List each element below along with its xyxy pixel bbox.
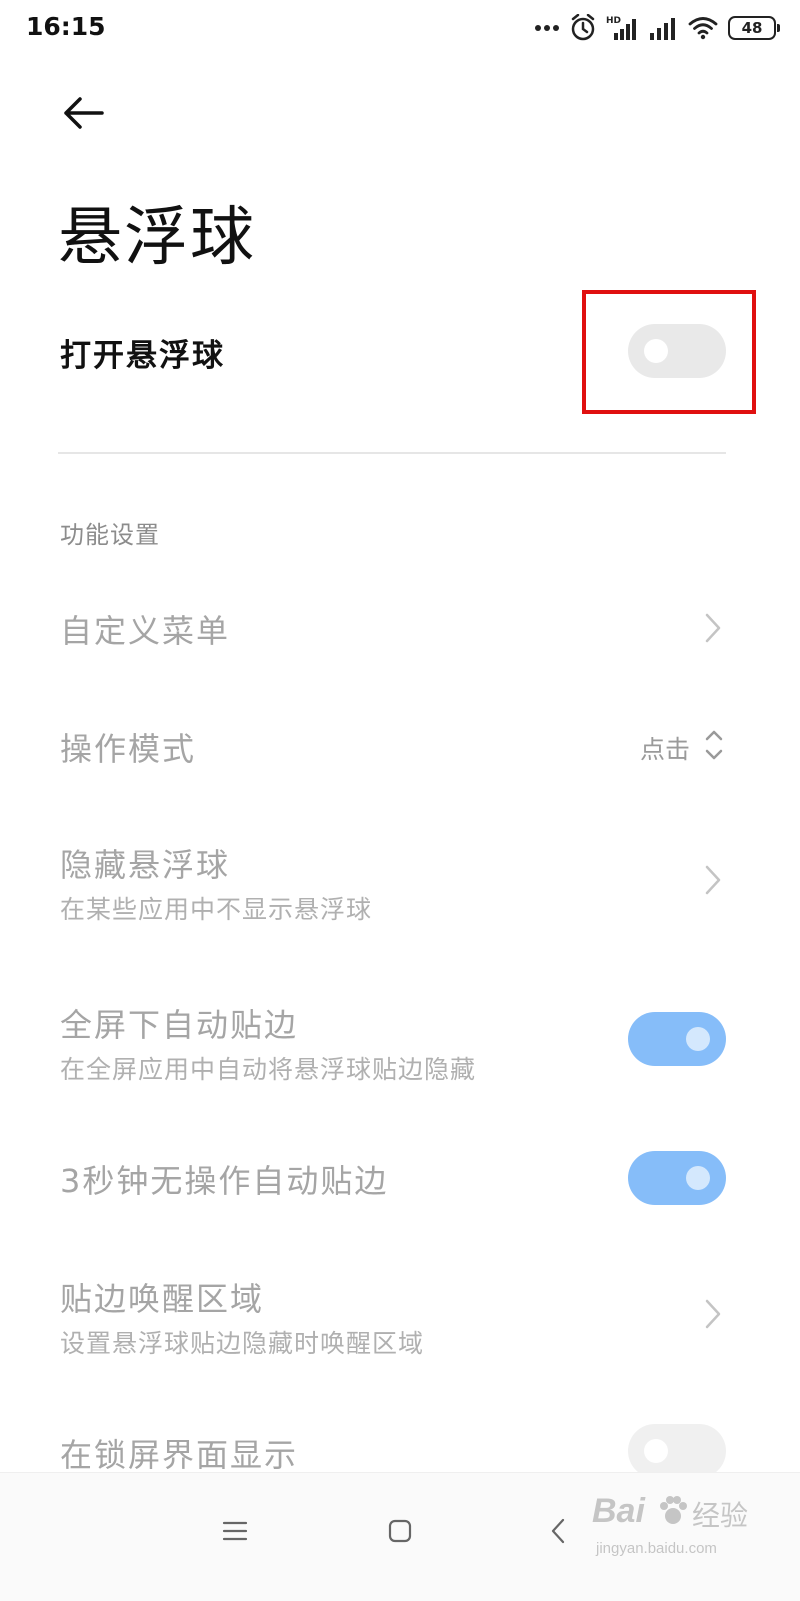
switch-knob bbox=[686, 1027, 710, 1051]
battery-level: 48 bbox=[741, 18, 763, 37]
setting-title: 3秒钟无操作自动贴边 bbox=[60, 1162, 389, 1200]
home-button[interactable] bbox=[370, 1501, 430, 1561]
show-on-lockscreen-switch[interactable] bbox=[628, 1424, 726, 1478]
watermark-brand: Bai bbox=[592, 1492, 645, 1530]
chevron-right-icon bbox=[705, 1299, 721, 1329]
setting-hide-ball[interactable]: 隐藏悬浮球 在某些应用中不显示悬浮球 bbox=[58, 830, 726, 930]
setting-title: 贴边唤醒区域 bbox=[60, 1280, 265, 1318]
menu-icon bbox=[222, 1521, 248, 1541]
setting-subtitle: 在全屏应用中自动将悬浮球贴边隐藏 bbox=[60, 1055, 477, 1084]
back-button[interactable] bbox=[58, 88, 114, 138]
nav-back-button[interactable] bbox=[528, 1501, 588, 1561]
setting-idle-auto-edge[interactable]: 3秒钟无操作自动贴边 bbox=[58, 1146, 726, 1210]
back-arrow-icon bbox=[64, 97, 104, 129]
baidu-jingyan-watermark: Bai 经验 jingyan.baidu.com bbox=[592, 1488, 762, 1566]
setting-title: 隐藏悬浮球 bbox=[60, 846, 231, 884]
battery-icon: 48 bbox=[728, 16, 780, 40]
setting-fullscreen-auto-edge[interactable]: 全屏下自动贴边 在全屏应用中自动将悬浮球贴边隐藏 bbox=[58, 990, 726, 1090]
chevron-right-icon bbox=[705, 865, 721, 895]
paw-logo-icon bbox=[660, 1496, 687, 1524]
main-toggle-label: 打开悬浮球 bbox=[60, 338, 225, 374]
home-icon bbox=[388, 1519, 412, 1543]
setting-custom-menu[interactable]: 自定义菜单 bbox=[58, 596, 726, 660]
highlight-box bbox=[582, 290, 756, 414]
setting-edge-wake-area[interactable]: 贴边唤醒区域 设置悬浮球贴边隐藏时唤醒区域 bbox=[58, 1264, 726, 1364]
up-down-chevron-icon bbox=[705, 730, 723, 760]
section-header: 功能设置 bbox=[60, 521, 160, 549]
switch-knob bbox=[686, 1166, 710, 1190]
more-dots-icon bbox=[535, 25, 559, 31]
hd-signal-icon: HD bbox=[606, 16, 636, 40]
setting-title: 自定义菜单 bbox=[60, 612, 231, 650]
fullscreen-auto-edge-switch[interactable] bbox=[628, 1012, 726, 1066]
switch-knob bbox=[644, 1439, 668, 1463]
page-title: 悬浮球 bbox=[58, 201, 256, 275]
idle-auto-edge-switch[interactable] bbox=[628, 1151, 726, 1205]
menu-button[interactable] bbox=[205, 1501, 265, 1561]
operation-mode-value: 点击 bbox=[639, 735, 690, 764]
setting-subtitle: 设置悬浮球贴边隐藏时唤醒区域 bbox=[60, 1329, 425, 1358]
status-bar: 16:15 HD 48 bbox=[0, 0, 800, 56]
setting-title: 在锁屏界面显示 bbox=[60, 1436, 299, 1474]
wifi-icon bbox=[688, 17, 718, 40]
chevron-right-icon bbox=[705, 613, 721, 643]
setting-title: 操作模式 bbox=[60, 730, 197, 768]
setting-title: 全屏下自动贴边 bbox=[60, 1006, 299, 1044]
status-icons: HD 48 bbox=[534, 10, 780, 46]
svg-text:HD: HD bbox=[606, 16, 621, 26]
watermark-brand-cn: 经验 bbox=[692, 1500, 749, 1531]
setting-operation-mode[interactable]: 操作模式 点击 bbox=[58, 714, 726, 778]
back-icon bbox=[551, 1518, 565, 1544]
divider bbox=[58, 452, 726, 454]
setting-subtitle: 在某些应用中不显示悬浮球 bbox=[60, 895, 373, 924]
status-time: 16:15 bbox=[26, 12, 106, 41]
alarm-clock-icon bbox=[571, 14, 595, 41]
signal-icon bbox=[650, 18, 675, 40]
watermark-url: jingyan.baidu.com bbox=[596, 1540, 717, 1557]
